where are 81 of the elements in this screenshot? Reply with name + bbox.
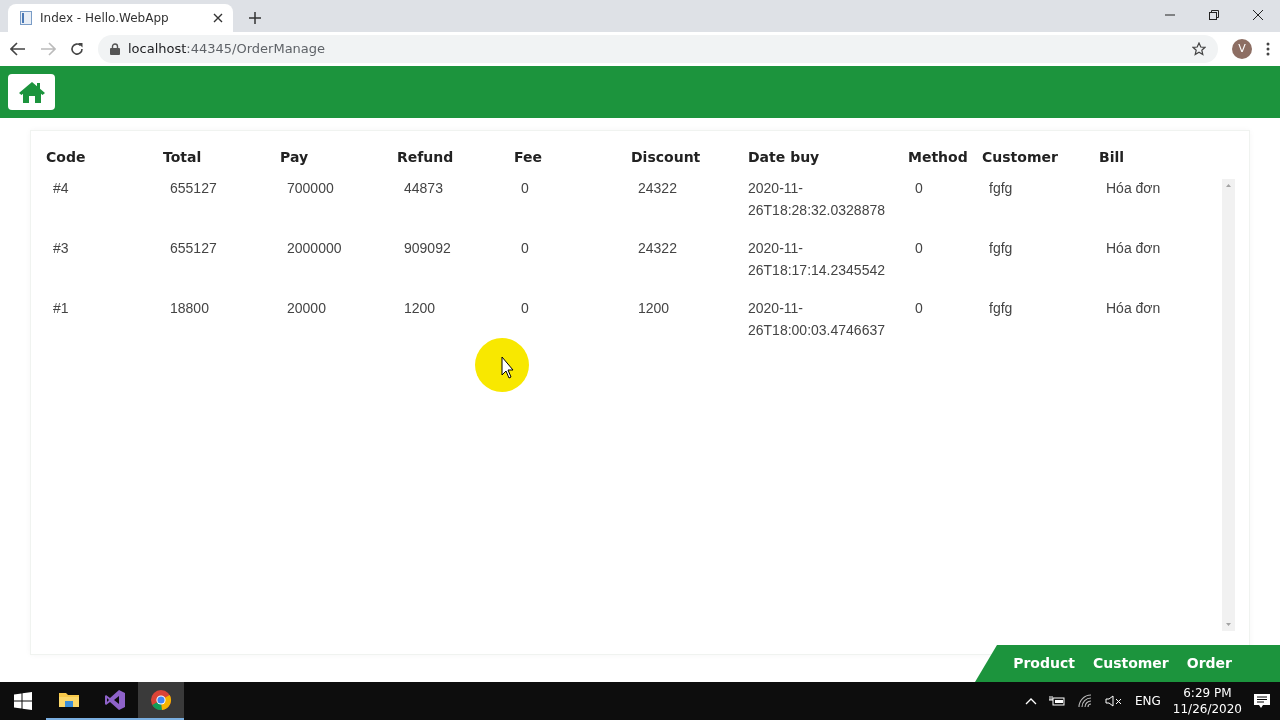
clock-date[interactable]: 11/26/2020 [1172,701,1242,717]
column-header: Pay [279,148,310,167]
url-text: localhost:44345/OrderManage [128,40,326,59]
table-cell-text: 24322 [637,179,678,198]
table-cell-text: 0 [914,239,924,258]
plus-icon [249,12,261,24]
column-header: Customer [981,148,1059,167]
home-button[interactable] [8,74,55,110]
column-header: Refund [396,148,455,167]
table-cell-text: #4 [52,179,70,198]
table-cell-text: #1 [52,299,70,318]
battery-icon [1048,695,1065,707]
table-cell-text: 0 [914,179,924,198]
table-cell-text: fgfg [988,299,1014,318]
restore-icon [1209,10,1219,20]
browser-logo-icon [150,689,172,711]
table-cell-text: 0 [914,299,924,318]
browser-tab[interactable]: Index - Hello.WebApp [8,4,233,32]
column-header: Code [45,148,87,167]
table-cell-text: 0 [520,299,530,318]
table-cell-text: Hóa đơn [1105,239,1162,258]
table-cell-text: 2020-11-26T18:17:14.2345542 [747,239,886,280]
table-cell-text: #3 [52,239,70,258]
table-cell-text: 20000 [286,299,327,318]
table-cell-text: 18800 [169,299,210,318]
table-cell-text: fgfg [988,239,1014,258]
bookmark-button[interactable] [1192,42,1206,56]
nav-link[interactable]: Customer [1092,653,1169,674]
table-cell-text: Hóa đơn [1105,299,1162,318]
address-bar[interactable]: localhost:44345/OrderManage [98,35,1218,63]
new-tab-button[interactable] [249,12,261,24]
profile-avatar[interactable]: V [1232,39,1252,59]
forward-arrow-icon [40,42,56,56]
taskbar-app[interactable] [138,682,184,720]
notification-icon [1254,693,1270,709]
table-cell-text: 0 [520,179,530,198]
close-icon [213,13,223,23]
table-cell-text: 2020-11-26T18:00:03.4746637 [747,299,886,340]
table-cell-text: 655127 [169,179,218,198]
column-header: Total [162,148,203,167]
table-cell-text: 909092 [403,239,452,258]
menu-icon [1266,42,1270,56]
back-arrow-icon [10,42,26,56]
cursor-highlight-drawing [474,337,530,393]
tab-title: Index - Hello.WebApp [40,10,170,27]
reload-button[interactable] [70,42,84,56]
star-icon [1192,42,1206,56]
page-icon [20,11,32,25]
language-indicator[interactable]: ENG [1134,692,1161,710]
table-cell-text: 1200 [403,299,437,318]
close-icon [1253,10,1263,20]
column-header: Discount [630,148,702,167]
windows-icon [14,692,32,710]
table-cell-text: 1200 [637,299,671,318]
lock-icon [110,43,120,55]
menu-button[interactable] [1266,42,1270,56]
clock-time[interactable]: 6:29 PM [1183,685,1232,701]
reload-icon [70,42,84,56]
table-cell-text: 24322 [637,239,678,258]
scrollbar[interactable] [1222,179,1235,631]
infinity-logo-icon [104,689,126,711]
table-cell-text: Hóa đơn [1105,179,1162,198]
table-cell-text: 655127 [169,239,218,258]
table-cell-text: 44873 [403,179,444,198]
column-header: Method [907,148,969,167]
speaker-muted-icon [1104,695,1123,707]
table-cell-text: fgfg [988,179,1014,198]
column-header: Date buy [747,148,821,167]
chevron-up-icon [1024,697,1037,705]
back-button[interactable] [10,42,26,56]
column-header: Bill [1098,148,1126,167]
wifi-icon [1076,694,1093,708]
nav-link[interactable]: Order [1186,653,1232,674]
close-tab-button[interactable] [213,13,223,23]
table-cell-text: 2000000 [286,239,343,258]
table-cell-text: 700000 [286,179,335,198]
column-header: Fee [513,148,543,167]
table-cell-text: 2020-11-26T18:28:32.0328878 [747,179,886,220]
nav-link[interactable]: Product [1013,653,1075,674]
home-icon [17,80,46,104]
table-cell-text: 0 [520,239,530,258]
